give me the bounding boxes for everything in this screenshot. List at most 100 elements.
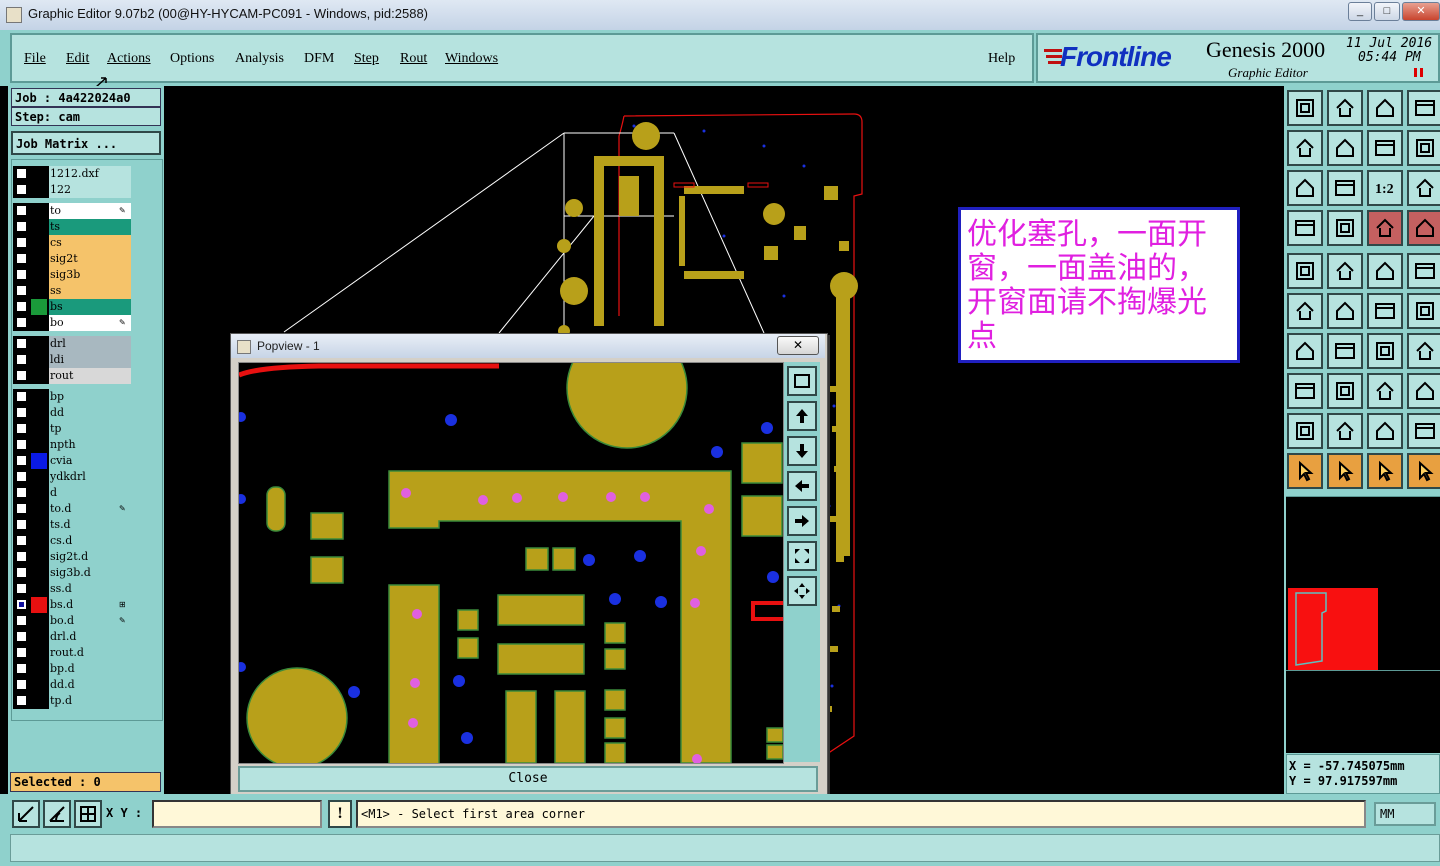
- graphic-home-button[interactable]: [1367, 90, 1403, 126]
- layer-color-swatch[interactable]: [31, 469, 47, 485]
- layer-name[interactable]: sig3b.d: [49, 565, 131, 581]
- layer-color-swatch[interactable]: [31, 352, 47, 368]
- layer-checkbox[interactable]: [16, 695, 27, 706]
- layer-name[interactable]: cvia: [49, 453, 131, 469]
- layer-color-swatch[interactable]: [31, 629, 47, 645]
- measure-button[interactable]: [43, 800, 71, 828]
- connect-button[interactable]: [1287, 293, 1323, 329]
- layer-row-sig3b[interactable]: sig3b: [13, 267, 131, 283]
- zoom-ratio-button[interactable]: 1:2: [1367, 170, 1403, 206]
- open-step-button[interactable]: [1327, 90, 1363, 126]
- zoom-home-button[interactable]: [1287, 90, 1323, 126]
- layer-name[interactable]: dd.d: [49, 677, 131, 693]
- line-arrow-2-button[interactable]: [1407, 293, 1440, 329]
- layer-checkbox[interactable]: [16, 338, 27, 349]
- layer-checkbox[interactable]: [16, 237, 27, 248]
- triangle-tool-button[interactable]: [1287, 413, 1323, 449]
- layer-checkbox[interactable]: [16, 391, 27, 402]
- layer-checkbox[interactable]: [16, 535, 27, 546]
- layer-color-swatch[interactable]: [31, 613, 47, 629]
- layer-color-swatch[interactable]: [31, 485, 47, 501]
- layer-checkbox[interactable]: [16, 205, 27, 216]
- layer-name[interactable]: bs: [49, 299, 131, 315]
- popview-pan-left-button[interactable]: [787, 471, 817, 501]
- popview-pan-down-button[interactable]: [787, 436, 817, 466]
- zoom-fit-button[interactable]: [1287, 170, 1323, 206]
- layer-row-dd-d[interactable]: dd.d: [13, 677, 131, 693]
- layer-name[interactable]: ts: [49, 219, 131, 235]
- layer-checkbox[interactable]: [16, 455, 27, 466]
- orange-pointer-button[interactable]: [1367, 453, 1403, 489]
- layer-checkbox[interactable]: [16, 370, 27, 381]
- ruler-button[interactable]: [1367, 253, 1403, 289]
- net-highlight-2-button[interactable]: [1407, 210, 1440, 246]
- rotate-button[interactable]: [1367, 333, 1403, 369]
- layer-color-swatch[interactable]: [31, 299, 47, 315]
- layer-color-swatch[interactable]: [31, 581, 47, 597]
- layer-checkbox[interactable]: [16, 221, 27, 232]
- copy-shape-button[interactable]: [1407, 373, 1440, 409]
- layer-color-swatch[interactable]: [31, 267, 47, 283]
- net-highlight-button[interactable]: [1367, 210, 1403, 246]
- grid-button[interactable]: [74, 800, 102, 828]
- popview-zoom-view[interactable]: [239, 363, 783, 763]
- layer-color-swatch[interactable]: [31, 645, 47, 661]
- layer-checkbox[interactable]: [16, 423, 27, 434]
- cross-button[interactable]: [1327, 293, 1363, 329]
- layer-color-swatch[interactable]: [31, 597, 47, 613]
- layer-row-drl[interactable]: drl: [13, 336, 131, 352]
- layer-checkbox[interactable]: [16, 317, 27, 328]
- layer-color-swatch[interactable]: [31, 283, 47, 299]
- layer-color-swatch[interactable]: [31, 437, 47, 453]
- layer-name[interactable]: dd: [49, 405, 131, 421]
- maximize-button[interactable]: □: [1374, 2, 1400, 21]
- layer-color-swatch[interactable]: [31, 235, 47, 251]
- close-window-button[interactable]: ✕: [1402, 2, 1440, 21]
- layer-name[interactable]: drl: [49, 336, 131, 352]
- layer-color-swatch[interactable]: [31, 203, 47, 219]
- layer-name[interactable]: 1212.dxf: [49, 166, 131, 182]
- layer-row-bs[interactable]: bs: [13, 299, 131, 315]
- layer-color-swatch[interactable]: [31, 182, 47, 198]
- layer-row-bo[interactable]: bo ✎: [13, 315, 131, 331]
- snap-tool-button[interactable]: [1287, 210, 1323, 246]
- layer-name[interactable]: ss.d: [49, 581, 131, 597]
- layer-row-ts[interactable]: ts: [13, 219, 131, 235]
- layer-color-swatch[interactable]: [31, 517, 47, 533]
- xy-input[interactable]: [152, 800, 322, 828]
- layer-checkbox[interactable]: [16, 471, 27, 482]
- pan-left-button[interactable]: [1287, 130, 1323, 166]
- menu-step[interactable]: Step: [354, 51, 379, 67]
- layer-checkbox[interactable]: [16, 184, 27, 195]
- layer-checkbox[interactable]: [16, 487, 27, 498]
- layer-row-npth[interactable]: npth: [13, 437, 131, 453]
- layer-row-to[interactable]: to ✎: [13, 203, 131, 219]
- layer-checkbox[interactable]: [16, 679, 27, 690]
- layer-checkbox[interactable]: [16, 168, 27, 179]
- menu-actions[interactable]: Actions: [107, 51, 151, 67]
- layer-checkbox[interactable]: [16, 551, 27, 562]
- layer-name[interactable]: rout: [49, 368, 131, 384]
- layer-color-swatch[interactable]: [31, 677, 47, 693]
- layer-color-swatch[interactable]: [31, 421, 47, 437]
- popview-pan-right-button[interactable]: [787, 506, 817, 536]
- menu-rout[interactable]: Rout: [400, 51, 427, 67]
- layer-checkbox[interactable]: [16, 439, 27, 450]
- layer-color-swatch[interactable]: [31, 219, 47, 235]
- line-tool-button[interactable]: [1327, 373, 1363, 409]
- rect-select-button[interactable]: [1327, 253, 1363, 289]
- arc-tool-2-button[interactable]: [1407, 413, 1440, 449]
- layer-row-ss-d[interactable]: ss.d: [13, 581, 131, 597]
- pointer-button[interactable]: [1287, 453, 1323, 489]
- layer-checkbox[interactable]: [16, 285, 27, 296]
- layer-name[interactable]: ts.d: [49, 517, 131, 533]
- layer-row-cs[interactable]: cs: [13, 235, 131, 251]
- menu-file[interactable]: File: [24, 51, 46, 67]
- layer-name[interactable]: sig2t: [49, 251, 131, 267]
- popview-zoom-out-button[interactable]: [787, 576, 817, 606]
- layer-row-sig2t[interactable]: sig2t: [13, 251, 131, 267]
- layer-checkbox[interactable]: [16, 519, 27, 530]
- grid-tool-button[interactable]: [1327, 210, 1363, 246]
- layer-name[interactable]: cs.d: [49, 533, 131, 549]
- layer-name[interactable]: cs: [49, 235, 131, 251]
